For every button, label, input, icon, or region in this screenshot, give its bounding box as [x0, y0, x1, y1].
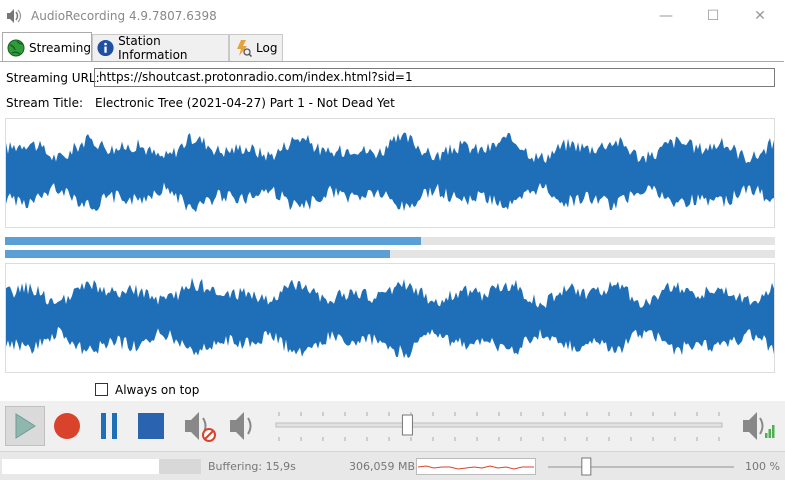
title-bar: AudioRecording 4.9.7807.6398 — ☐ ✕: [0, 0, 785, 32]
pause-button[interactable]: [89, 406, 129, 446]
tab-label: Log: [256, 41, 278, 55]
bitrate-graph: [416, 458, 536, 475]
waveform-left-graph: [6, 132, 774, 213]
level-meter-left: [5, 237, 775, 245]
close-icon: ✕: [754, 8, 766, 24]
level-meter-right: [5, 250, 775, 258]
globe-icon: [7, 39, 25, 56]
volume-level-button[interactable]: [738, 406, 778, 446]
tab-streaming[interactable]: Streaming: [2, 32, 92, 62]
volume-slider-thumb[interactable]: [581, 457, 592, 476]
buffer-progress-bar: [2, 459, 201, 474]
volume-percent: 100 %: [745, 460, 780, 473]
volume-level-icon: [743, 412, 775, 440]
tab-log[interactable]: Log: [229, 34, 283, 61]
close-button[interactable]: ✕: [737, 0, 783, 32]
waveform-shape: [6, 277, 774, 359]
tab-strip: Streaming Station Information Log: [0, 32, 785, 62]
status-bar: Buffering: 15,9s 306,059 MB 100 %: [0, 451, 785, 480]
stream-title-label: Stream Title:: [6, 96, 83, 110]
file-size: 306,059 MB: [349, 460, 416, 473]
volume-slider[interactable]: [546, 456, 736, 478]
info-icon: [97, 39, 114, 57]
mute-button[interactable]: [180, 406, 220, 446]
waveform-left: [5, 118, 775, 228]
speaker-muted-icon: [185, 412, 216, 442]
app-speaker-icon: [7, 9, 22, 23]
record-icon: [54, 413, 80, 439]
always-on-top-checkbox[interactable]: [95, 383, 108, 396]
play-button[interactable]: [5, 406, 45, 446]
maximize-button[interactable]: ☐: [690, 0, 736, 32]
streaming-url-input[interactable]: https://shoutcast.protonradio.com/index.…: [94, 68, 775, 87]
waveform-shape: [6, 132, 774, 213]
pause-icon: [101, 413, 117, 439]
always-on-top-label: Always on top: [115, 383, 200, 397]
speaker-icon: [230, 412, 252, 440]
play-icon: [15, 413, 36, 439]
waveform-right: [5, 263, 775, 373]
level-meter-left-fill: [5, 237, 421, 245]
buffer-progress-fill: [2, 459, 160, 474]
stop-button[interactable]: [131, 406, 171, 446]
stop-icon: [138, 413, 164, 439]
streaming-url-label: Streaming URL:: [6, 71, 100, 85]
tab-label: Station Information: [118, 34, 188, 62]
maximize-icon: ☐: [706, 8, 720, 24]
record-button[interactable]: [47, 406, 87, 446]
position-slider-track: [275, 422, 723, 428]
log-icon: [237, 40, 252, 57]
level-meter-right-fill: [5, 250, 390, 258]
position-slider[interactable]: [274, 409, 726, 443]
tab-station-information[interactable]: Station Information: [92, 34, 229, 62]
minimize-button[interactable]: —: [643, 0, 689, 32]
position-slider-thumb[interactable]: [401, 414, 413, 436]
buffering-status: Buffering: 15,9s: [208, 460, 296, 473]
window-title: AudioRecording 4.9.7807.6398: [31, 9, 217, 23]
stream-title-value: Electronic Tree (2021-04-27) Part 1 - No…: [95, 96, 395, 110]
transport-controls: [0, 401, 785, 451]
tab-label: Streaming: [29, 40, 91, 55]
waveform-right-graph: [6, 277, 774, 359]
speaker-button[interactable]: [222, 406, 262, 446]
minimize-icon: —: [659, 8, 673, 24]
